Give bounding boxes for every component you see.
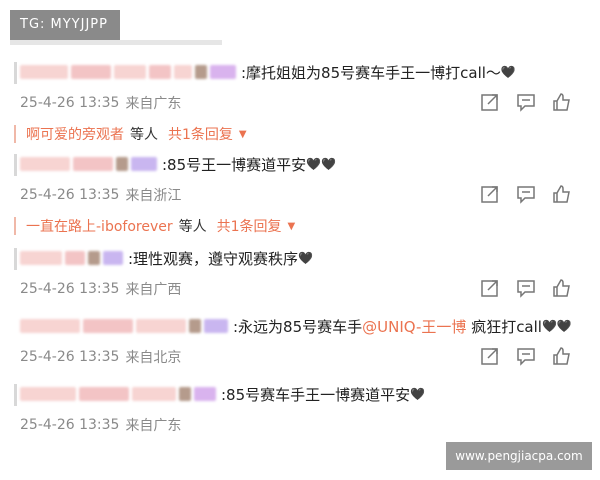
comment-icon[interactable] — [516, 92, 536, 112]
reply-author-link[interactable]: 啊可爱的旁观者 — [26, 124, 124, 144]
share-icon[interactable] — [480, 184, 500, 204]
divider — [10, 40, 222, 45]
comment-icon[interactable] — [516, 184, 536, 204]
heart-emoji: 🖤 — [410, 387, 426, 401]
chevron-down-icon[interactable]: ▼ — [239, 129, 247, 140]
user-mention-link[interactable]: @UNIQ-王一博 — [362, 318, 466, 336]
comment-text: :永远为85号赛车手@UNIQ-王一博 疯狂打call — [233, 317, 542, 336]
like-icon[interactable] — [552, 278, 572, 298]
comment-time: 25-4-26 13:35 — [20, 187, 120, 203]
comment-location: 来自广西 — [125, 282, 182, 298]
comment-location: 来自广东 — [125, 96, 182, 112]
comment-left-bar — [14, 62, 17, 84]
username-blurred[interactable] — [20, 316, 231, 336]
comment-time: 25-4-26 13:35 — [20, 417, 120, 433]
like-icon[interactable] — [552, 184, 572, 204]
watermark-bottom: www.pengjiacpa.com — [446, 442, 592, 470]
comment-left-bar — [14, 154, 17, 176]
reply-count-link[interactable]: 共1条回复 — [168, 124, 233, 144]
username-blurred[interactable] — [20, 384, 219, 404]
comment-text: :85号王一博赛道平安 — [162, 155, 307, 174]
username-blurred[interactable] — [20, 154, 160, 174]
heart-emoji: 🖤 — [298, 251, 314, 265]
reply-author-link[interactable]: 一直在路上-iboforever — [26, 216, 173, 236]
comment-left-bar — [14, 316, 17, 338]
like-icon[interactable] — [552, 92, 572, 112]
reply-count-link[interactable]: 共1条回复 — [217, 216, 282, 236]
username-blurred[interactable] — [20, 248, 126, 268]
heart-emoji: 🖤🖤 — [306, 157, 337, 171]
comment-icon[interactable] — [516, 346, 536, 366]
comment-location: 来自北京 — [125, 350, 182, 366]
comment-item: :理性观赛，遵守观赛秩序 🖤 25-4-26 13:35 来自广西 — [14, 246, 590, 302]
replies-bar — [14, 125, 16, 143]
comment-left-bar — [14, 248, 17, 270]
heart-emoji: 🖤🖤 — [541, 319, 572, 333]
chevron-down-icon[interactable]: ▼ — [288, 221, 296, 232]
share-icon[interactable] — [480, 346, 500, 366]
comment-item: :85号赛车手王一博赛道平安 🖤 25-4-26 13:35 来自广东 — [14, 382, 590, 438]
comment-location: 来自广东 — [125, 418, 182, 434]
comment-location: 来自浙江 — [125, 188, 182, 204]
heart-emoji: 🖤 — [500, 65, 516, 79]
comment-time: 25-4-26 13:35 — [20, 281, 120, 297]
comment-text: :摩托姐姐为85号赛车手王一博打call～ — [241, 63, 501, 82]
reply-suffix: 等人 — [178, 219, 207, 235]
username-blurred[interactable] — [20, 62, 239, 82]
comment-item: :85号王一博赛道平安 🖤🖤 25-4-26 13:35 来自浙江 一直在路上-… — [14, 152, 590, 238]
replies-bar — [14, 217, 16, 235]
comment-icon[interactable] — [516, 278, 536, 298]
comment-text: :理性观赛，遵守观赛秩序 — [128, 249, 299, 268]
comment-time: 25-4-26 13:35 — [20, 349, 120, 365]
watermark-top: TG: MYYJJPP — [10, 10, 120, 40]
comment-item: :永远为85号赛车手@UNIQ-王一博 疯狂打call 🖤🖤 25-4-26 1… — [14, 314, 590, 370]
comment-left-bar — [14, 384, 17, 406]
reply-suffix: 等人 — [130, 127, 158, 143]
share-icon[interactable] — [480, 278, 500, 298]
comment-text: :85号赛车手王一博赛道平安 — [221, 385, 411, 404]
comment-item: :摩托姐姐为85号赛车手王一博打call～ 🖤 25-4-26 13:35 来自… — [14, 60, 590, 146]
comment-time: 25-4-26 13:35 — [20, 95, 120, 111]
share-icon[interactable] — [480, 92, 500, 112]
like-icon[interactable] — [552, 346, 572, 366]
